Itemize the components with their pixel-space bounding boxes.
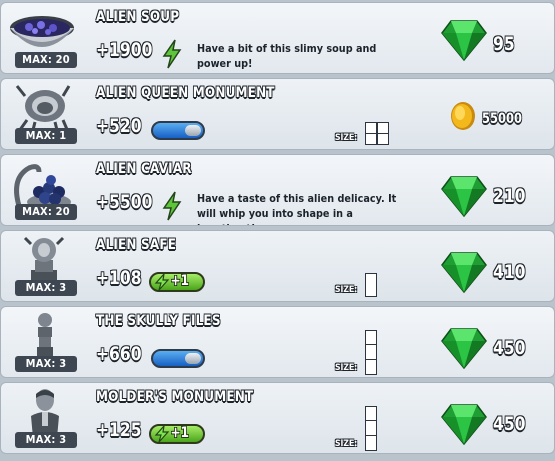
item-title: ALIEN QUEEN MONUMENT: [96, 85, 275, 101]
item-title: ALIEN SAFE: [96, 237, 177, 253]
coin-icon: [451, 102, 475, 130]
blue-pill-icon: [151, 349, 205, 368]
item-title: THE SKULLY FILES: [96, 313, 221, 329]
max-badge: MAX: 1: [15, 128, 77, 144]
shop-item-alien-queen-monument[interactable]: MAX: 1 ALIEN QUEEN MONUMENT +520 SIZE: 5…: [0, 78, 555, 150]
gem-icon: [441, 20, 487, 61]
green-pill-icon: +1: [149, 272, 205, 292]
shop-item-molders-monument[interactable]: MAX: 3 MOLDER'S MONUMENT +125 +1 SIZE: 4…: [0, 382, 555, 454]
energy-bolt-icon: [154, 426, 170, 442]
item-description: Have a taste of this alien delicacy. It …: [197, 192, 397, 225]
alien-safe-icon: MAX: 3: [5, 234, 77, 298]
skully-files-statue-icon: MAX: 3: [5, 310, 77, 374]
size-grid-1x1: [365, 272, 377, 297]
size-grid-1x3: [365, 405, 377, 451]
max-badge: MAX: 20: [15, 204, 77, 220]
size-indicator: SIZE:: [335, 397, 395, 451]
item-stat: +5500: [96, 191, 153, 213]
shop-list: MAX: 20 ALIEN SOUP +1900 Have a bit of t…: [0, 0, 555, 461]
item-stat: +1900: [96, 39, 153, 61]
size-label: SIZE:: [335, 439, 358, 449]
item-title: ALIEN CAVIAR: [96, 161, 192, 177]
alien-queen-statue-icon: MAX: 1: [5, 82, 77, 146]
item-price: 95: [493, 33, 515, 55]
item-stat: +108: [96, 267, 142, 289]
item-stat: +520: [96, 115, 142, 137]
shop-item-alien-safe[interactable]: MAX: 3 ALIEN SAFE +108 +1 SIZE: 410: [0, 230, 555, 302]
item-stat: +125: [96, 419, 142, 441]
item-title: ALIEN SOUP: [96, 9, 180, 25]
item-title: MOLDER'S MONUMENT: [96, 389, 254, 405]
item-price: 210: [493, 185, 526, 207]
item-price: 55000: [482, 111, 522, 127]
item-description: Have a bit of this slimy soup and power …: [197, 42, 377, 70]
max-badge: MAX: 3: [15, 432, 77, 448]
gem-icon: [441, 176, 487, 217]
gem-icon: [441, 252, 487, 293]
size-grid-1x3: [365, 329, 377, 375]
energy-bolt-icon: [154, 274, 170, 290]
gem-icon: [441, 328, 487, 369]
gem-icon: [441, 404, 487, 445]
bonus-text: +1: [170, 425, 189, 441]
item-price: 450: [493, 413, 526, 435]
max-badge: MAX: 3: [15, 280, 77, 296]
size-label: SIZE:: [335, 285, 358, 295]
item-price: 450: [493, 337, 526, 359]
shop-item-alien-caviar[interactable]: MAX: 20 ALIEN CAVIAR +5500 Have a taste …: [0, 154, 555, 226]
max-badge: MAX: 3: [15, 356, 77, 372]
shop-item-the-skully-files[interactable]: MAX: 3 THE SKULLY FILES +660 SIZE: 450: [0, 306, 555, 378]
size-indicator: SIZE:: [335, 117, 395, 145]
molder-statue-icon: MAX: 3: [5, 386, 77, 450]
green-pill-icon: +1: [149, 424, 205, 444]
shop-item-alien-soup[interactable]: MAX: 20 ALIEN SOUP +1900 Have a bit of t…: [0, 2, 555, 74]
blue-pill-icon: [151, 121, 205, 140]
soup-bowl-icon: MAX: 20: [5, 6, 77, 70]
size-indicator: SIZE:: [335, 321, 395, 375]
max-badge: MAX: 20: [15, 52, 77, 68]
energy-bolt-icon: [162, 191, 182, 221]
size-indicator: SIZE:: [335, 269, 395, 297]
size-label: SIZE:: [335, 133, 358, 143]
alien-caviar-icon: MAX: 20: [5, 158, 77, 222]
energy-bolt-icon: [162, 39, 182, 69]
bonus-text: +1: [170, 273, 189, 289]
size-grid-2x2: [365, 122, 389, 145]
item-stat: +660: [96, 343, 142, 365]
size-label: SIZE:: [335, 363, 358, 373]
item-price: 410: [493, 261, 526, 283]
